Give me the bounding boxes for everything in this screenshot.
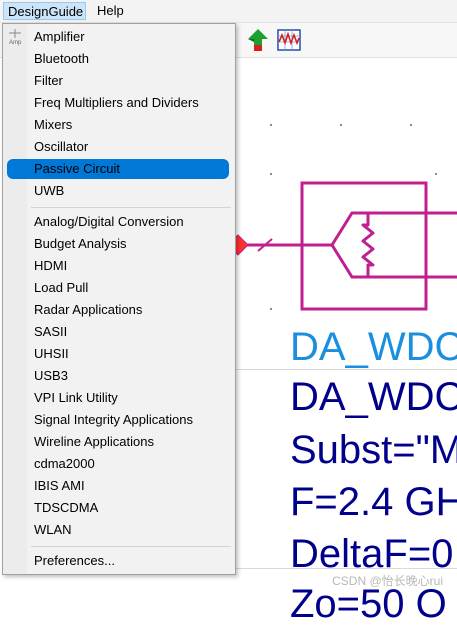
watermark: CSDN @怡长晚心rui bbox=[332, 574, 443, 588]
menu-item-cdma2000[interactable]: cdma2000 bbox=[7, 454, 229, 474]
component-type-name: DA_WDC bbox=[290, 375, 457, 419]
menu-item-load-pull[interactable]: Load Pull bbox=[7, 278, 229, 298]
param-deltaf: DeltaF=0 bbox=[290, 532, 454, 576]
menu-item-uhsii[interactable]: UHSII bbox=[7, 344, 229, 364]
menu-item-passive-circuit[interactable]: Passive Circuit bbox=[7, 159, 229, 179]
menu-item-bluetooth[interactable]: Bluetooth bbox=[7, 49, 229, 69]
menu-item-wlan[interactable]: WLAN bbox=[7, 520, 229, 540]
component-instance-name: DA_WDC bbox=[290, 325, 457, 369]
menu-item-hdmi[interactable]: HDMI bbox=[7, 256, 229, 276]
passive-circuit-component[interactable] bbox=[228, 173, 457, 323]
menu-item-usb3[interactable]: USB3 bbox=[7, 366, 229, 386]
menu-item-radar-applications[interactable]: Radar Applications bbox=[7, 300, 229, 320]
grid-dot bbox=[340, 124, 342, 126]
grid-dot bbox=[270, 124, 272, 126]
menu-item-wireline-applications[interactable]: Wireline Applications bbox=[7, 432, 229, 452]
menu-item-budget-analysis[interactable]: Budget Analysis bbox=[7, 234, 229, 254]
menu-item-ibis-ami[interactable]: IBIS AMI bbox=[7, 476, 229, 496]
menu-item-freq-multipliers-and-dividers[interactable]: Freq Multipliers and Dividers bbox=[7, 93, 229, 113]
menu-item-filter[interactable]: Filter bbox=[7, 71, 229, 91]
up-arrow-tree-icon bbox=[248, 29, 268, 51]
param-frequency: F=2.4 GH bbox=[290, 480, 457, 524]
menu-item-mixers[interactable]: Mixers bbox=[7, 115, 229, 135]
menu-item-oscillator[interactable]: Oscillator bbox=[7, 137, 229, 157]
menu-item-uwb[interactable]: UWB bbox=[7, 181, 229, 201]
menu-help[interactable]: Help bbox=[93, 2, 128, 20]
menu-bar: DesignGuide Help bbox=[0, 0, 457, 23]
up-arrow-tree-button[interactable] bbox=[245, 27, 271, 53]
menu-item-preferences[interactable]: Preferences... bbox=[7, 551, 229, 571]
menu-separator bbox=[31, 546, 231, 547]
designguide-dropdown-menu: Amp Amplifier Bluetooth Filter Freq Multipl… bbox=[2, 23, 236, 575]
menu-item-amplifier[interactable]: Amplifier bbox=[7, 27, 229, 47]
menu-separator bbox=[31, 207, 231, 208]
waveform-grid-icon bbox=[277, 29, 301, 51]
waveform-grid-button[interactable] bbox=[276, 27, 302, 53]
menu-item-sasii[interactable]: SASII bbox=[7, 322, 229, 342]
menu-item-tdscdma[interactable]: TDSCDMA bbox=[7, 498, 229, 518]
menu-designguide[interactable]: DesignGuide bbox=[3, 2, 86, 20]
param-subst: Subst="M bbox=[290, 428, 457, 472]
menu-item-signal-integrity-applications[interactable]: Signal Integrity Applications bbox=[7, 410, 229, 430]
menu-item-vpi-link-utility[interactable]: VPI Link Utility bbox=[7, 388, 229, 408]
menu-item-analog-digital-conversion[interactable]: Analog/Digital Conversion bbox=[7, 212, 229, 232]
grid-dot bbox=[410, 124, 412, 126]
